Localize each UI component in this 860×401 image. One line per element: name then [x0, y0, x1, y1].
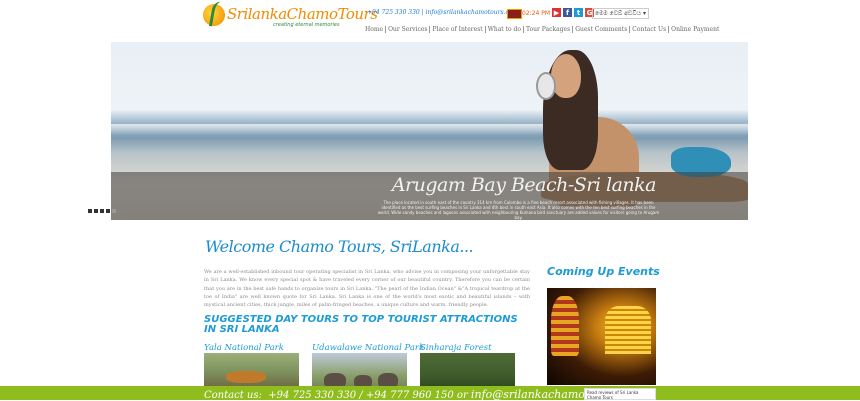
events-heading: Coming Up Events	[547, 265, 660, 278]
chevron-down-icon: ▾	[642, 10, 646, 17]
reviews-widget[interactable]: Read reviews of Sri Lanka Chamo Tours	[584, 388, 656, 400]
welcome-heading: Welcome Chamo Tours, SriLanka...	[205, 237, 474, 256]
youtube-glyph: ▶	[553, 8, 560, 17]
slider-dot-2[interactable]	[94, 209, 98, 213]
header-contact[interactable]: +94 725 330 330 | info@srilankachamotour…	[367, 9, 518, 16]
nav-online-payment[interactable]: Online Payment	[669, 26, 721, 33]
site-header: SrilankaChamoTours creating eternal memo…	[0, 0, 860, 42]
slider-dot-5[interactable]	[112, 209, 116, 213]
slide-caption-title: Arugam Bay Beach-Sri lanka	[391, 174, 657, 196]
nav-what-to-do[interactable]: What to do	[486, 26, 524, 33]
slider-dot-3[interactable]	[100, 209, 104, 213]
slide-caption-text: The place located in south east of the c…	[377, 200, 660, 220]
footer-phones[interactable]: +94 725 330 330 / +94 777 960 150	[268, 390, 454, 401]
social-links: ▶ f t G	[552, 8, 594, 17]
tour-title-yala[interactable]: Yala National Park	[204, 343, 284, 353]
leopard-shape	[226, 371, 266, 383]
footer-contact-label: Contact us:	[204, 390, 262, 401]
slide-caption: Arugam Bay Beach-Sri lanka The place loc…	[111, 172, 748, 220]
nav-tour-packages[interactable]: Tour Packages	[524, 26, 574, 33]
slider-pagination	[88, 209, 116, 213]
intro-paragraph: We are a well-established inbound tour o…	[204, 269, 530, 309]
site-logo[interactable]: SrilankaChamoTours creating eternal memo…	[203, 0, 378, 32]
footer-contact: Contact us: +94 725 330 330 / +94 777 96…	[204, 388, 641, 401]
nav-guest-comments[interactable]: Guest Comments	[573, 26, 631, 33]
footer-or: or	[456, 390, 468, 401]
twitter-icon[interactable]: t	[574, 8, 583, 17]
language-select[interactable]: මෙම වෙබ් අඩවිය ▾	[592, 8, 649, 19]
youtube-icon[interactable]: ▶	[552, 8, 561, 17]
language-select-value: මෙම වෙබ් අඩවිය	[595, 9, 641, 17]
twitter-glyph: t	[576, 8, 581, 17]
logo-tagline: creating eternal memories	[273, 22, 340, 28]
facebook-glyph: f	[565, 8, 570, 17]
nav-our-services[interactable]: Our Services	[386, 26, 431, 33]
slider-dot-4[interactable]	[106, 209, 110, 213]
slider-dot-1[interactable]	[88, 209, 92, 213]
sea-wave	[111, 124, 748, 138]
slide-photo-face	[551, 54, 581, 98]
suggested-tours-heading: SUGGESTED DAY TOURS TO TOP TOURIST ATTRA…	[204, 314, 518, 335]
event-image[interactable]	[547, 288, 656, 385]
tour-title-udawalawe[interactable]: Udawalawe National Park	[312, 343, 424, 353]
tour-title-sinharaja[interactable]: Sinharaja Forest	[420, 343, 492, 353]
temple-shape	[605, 306, 651, 354]
facebook-icon[interactable]: f	[563, 8, 572, 17]
local-time: 02:24 PM	[522, 10, 550, 17]
nav-home[interactable]: Home	[363, 26, 387, 33]
decorated-elephant-shape	[551, 296, 579, 356]
logo-text: SrilankaChamoTours	[227, 5, 378, 23]
sri-lanka-flag-icon	[507, 9, 522, 19]
nav-place-of-interest[interactable]: Place of Interest	[430, 26, 486, 33]
main-nav: Home Our Services Place of Interest What…	[363, 26, 721, 33]
hero-slider[interactable]: Arugam Bay Beach-Sri lanka The place loc…	[111, 42, 748, 220]
nav-contact-us[interactable]: Contact Us	[630, 26, 670, 33]
headphones-icon	[536, 72, 556, 100]
